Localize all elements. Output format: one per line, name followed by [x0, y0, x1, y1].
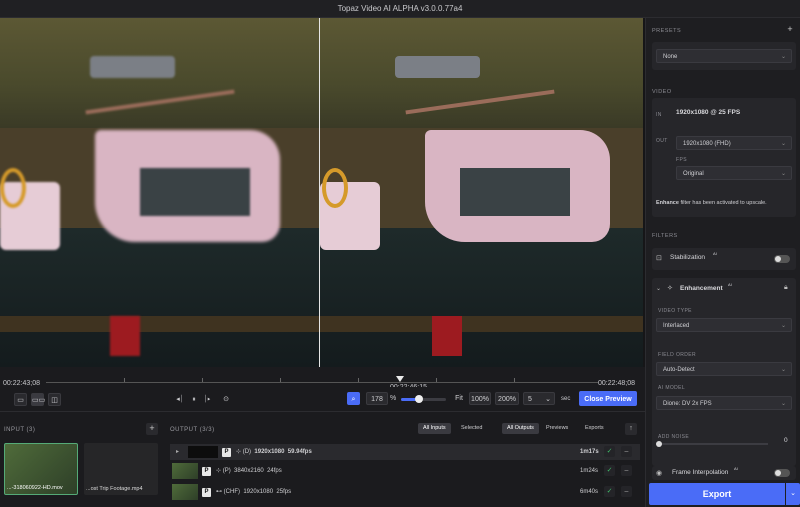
output-row-3[interactable]: P ⊷ (CHF) 1920x1080 25fps 6m40s [170, 484, 640, 500]
row2-menu-icon[interactable]: – [621, 465, 632, 476]
tab-all-outputs[interactable]: All Outputs [502, 423, 539, 434]
view-split-button[interactable]: ◫ [48, 393, 61, 406]
playhead-handle[interactable] [396, 376, 404, 382]
row2-check-icon[interactable]: ✓ [604, 465, 615, 476]
input-preview[interactable] [0, 18, 319, 367]
timecode-start: 00:22:43;08 [3, 380, 40, 387]
zoom-100-button[interactable]: 100% [469, 392, 491, 405]
tab-selected[interactable]: Selected [456, 423, 487, 434]
add-noise-slider[interactable] [656, 441, 768, 447]
stabilization-row[interactable]: ⊡ Stabilization AI [652, 248, 796, 270]
zoom-200-button[interactable]: 200% [495, 392, 519, 405]
add-preset-button[interactable]: + [784, 24, 796, 36]
tab-previews[interactable]: Previews [541, 423, 573, 434]
prev-frame-icon[interactable]: ◂⏐ [174, 393, 186, 406]
zoom-unit: % [390, 395, 397, 402]
video-panel: IN 1920x1080 @ 25 FPS OUT 1920x1080 (FHD… [652, 98, 796, 217]
fps-select[interactable]: Original ⌄ [676, 166, 792, 180]
export-options-chevron-icon[interactable]: ⌄ [786, 483, 800, 505]
row1-menu-icon[interactable]: – [621, 446, 632, 457]
view-single-button[interactable]: ▭ [14, 393, 27, 406]
preset-select[interactable]: None ⌄ [656, 49, 792, 63]
title-bar: Topaz Video AI ALPHA v3.0.0.77a4 [0, 0, 800, 18]
input-header: INPUT (3) [4, 427, 36, 433]
field-order-select[interactable]: Auto-Detect ⌄ [656, 362, 792, 376]
input-thumbnail-2[interactable]: ...ost Trip Footage.mp4 [84, 443, 158, 495]
loop-icon[interactable]: ⊙ [220, 393, 232, 406]
zoom-slider[interactable] [401, 395, 446, 403]
tab-exports[interactable]: Exports [580, 423, 609, 434]
output-row-1[interactable]: ▸ P ⊹ (D) 1920x1080 59.94fps 1m17s [170, 444, 640, 460]
settings-panel: PRESETS + None ⌄ VIDEO IN 1920x1080 @ 25 … [645, 18, 800, 507]
output-preview[interactable] [320, 18, 643, 367]
timeline-track[interactable] [46, 382, 598, 383]
output-header: OUTPUT (3/3) [170, 427, 215, 433]
row3-check-icon[interactable]: ✓ [604, 486, 615, 497]
enhance-note: Enhance filter has been activated to ups… [656, 200, 767, 206]
filters-header: FILTERS [652, 233, 678, 239]
enhancement-icon: ✧ [667, 285, 673, 292]
stabilization-toggle[interactable] [774, 255, 790, 263]
window-title: Topaz Video AI ALPHA v3.0.0.77a4 [337, 4, 463, 13]
zoom-search-icon[interactable]: ⌕ [347, 392, 360, 405]
tab-all-inputs[interactable]: All Inputs [418, 423, 451, 434]
add-input-button[interactable]: + [146, 423, 158, 435]
frame-interpolation-icon: ◉ [656, 470, 663, 477]
row3-menu-icon[interactable]: – [621, 486, 632, 497]
row1-check-icon[interactable]: ✓ [604, 446, 615, 457]
enhancement-panel: ⌄ ✧ Enhancement AI 🔒︎ VIDEO TYPE Interla… [652, 278, 796, 466]
stabilization-icon: ⊡ [656, 255, 662, 262]
frame-interpolation-row[interactable]: ◉ Frame Interpolation AI [652, 466, 796, 480]
zoom-value-field[interactable]: 178 [366, 392, 388, 405]
chevron-down-icon[interactable]: ⌄ [656, 285, 661, 292]
video-type-select[interactable]: Interlaced ⌄ [656, 318, 792, 332]
pause-icon[interactable]: ⏸ [188, 393, 200, 406]
lock-icon[interactable]: 🔒︎ [784, 284, 788, 292]
preview-length-select[interactable]: 5 ⌄ [523, 392, 555, 405]
view-side-by-side-button[interactable]: ▭▭ [31, 393, 45, 406]
input-thumbnail-1[interactable]: ...-318060922-HD.mov [4, 443, 78, 495]
sort-up-icon[interactable]: ↑ [625, 423, 637, 435]
presets-header: PRESETS [652, 28, 682, 34]
video-header: VIDEO [652, 89, 672, 95]
input-resolution: 1920x1080 @ 25 FPS [676, 109, 741, 116]
add-noise-value[interactable]: 0 [784, 437, 788, 444]
frame-interpolation-toggle[interactable] [774, 469, 790, 477]
timecode-end: 00:22:48;08 [598, 380, 635, 387]
export-button[interactable]: Export [649, 483, 785, 505]
close-preview-button[interactable]: Close Preview [579, 391, 637, 406]
output-row-2[interactable]: P ⊹ (P) 3840x2160 24fps 1m24s [170, 463, 640, 479]
sec-label: sec [561, 396, 571, 402]
fit-button[interactable]: Fit [451, 392, 467, 405]
output-resolution-select[interactable]: 1920x1080 (FHD) ⌄ [676, 136, 792, 150]
ai-model-select[interactable]: Dione: DV 2x FPS ⌄ [656, 396, 792, 410]
next-frame-icon[interactable]: ⏐▸ [201, 393, 213, 406]
